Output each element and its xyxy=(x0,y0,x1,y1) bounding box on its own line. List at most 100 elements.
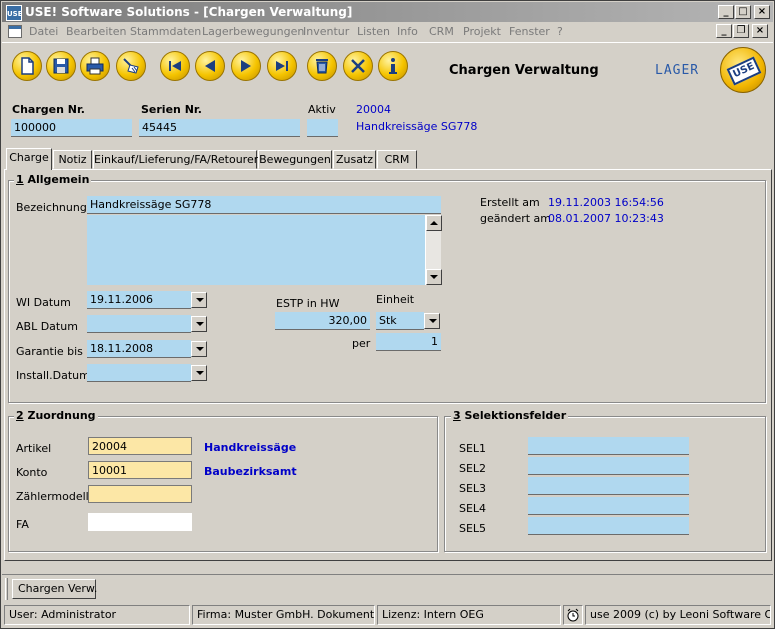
menu-fenster[interactable]: Fenster xyxy=(509,25,550,38)
sel4-label: SEL4 xyxy=(459,502,487,515)
cancel-icon[interactable] xyxy=(343,51,373,81)
maximize-button[interactable]: □ xyxy=(735,5,751,19)
alarm-clock-icon[interactable] xyxy=(563,605,583,625)
abl-datum-field[interactable] xyxy=(87,315,191,333)
zuordnung-group-label: Zuordnung xyxy=(27,409,96,422)
konto-name[interactable]: Baubezirksamt xyxy=(204,465,297,478)
fa-field[interactable] xyxy=(88,513,192,531)
per-label: per xyxy=(352,337,371,350)
garantie-dropdown[interactable] xyxy=(191,341,207,357)
wi-datum-dropdown[interactable] xyxy=(191,292,207,308)
child-minimize-button[interactable]: _ xyxy=(716,24,732,38)
status-lizenz: Lizenz: Intern OEG xyxy=(377,605,561,625)
zuordnung-group-number: 2 xyxy=(16,409,24,422)
tab-einkauf-lieferung[interactable]: Einkauf/Lieferung/FA/Retouren xyxy=(93,150,261,169)
menu-bar: Datei Bearbeiten Stammdaten Lagerbewegun… xyxy=(2,22,773,42)
delete-icon[interactable] xyxy=(307,51,337,81)
toolbar: Chargen Verwaltung LAGER USE xyxy=(2,42,773,94)
tab-crm[interactable]: CRM xyxy=(377,150,417,169)
taskbar-window-button[interactable]: Chargen Verw. xyxy=(12,579,97,599)
geaendert-value: 08.01.2007 10:23:43 xyxy=(548,212,664,225)
sel1-field[interactable] xyxy=(528,437,689,455)
sel2-field[interactable] xyxy=(528,457,689,475)
aktiv-label: Aktiv xyxy=(308,103,336,116)
konto-label: Konto xyxy=(16,466,48,479)
estp-field[interactable]: 320,00 xyxy=(275,312,370,330)
chargen-nr-label: Chargen Nr. xyxy=(12,103,85,116)
per-field[interactable]: 1 xyxy=(376,333,441,351)
header-article-name: Handkreissäge SG778 xyxy=(356,120,478,133)
scroll-up-button[interactable] xyxy=(426,215,442,231)
artikel-field[interactable]: 20004 xyxy=(88,437,192,455)
broom-icon[interactable] xyxy=(116,51,146,81)
new-doc-icon[interactable] xyxy=(12,51,42,81)
previous-record-icon[interactable] xyxy=(195,51,225,81)
beschreibung-scrollbar[interactable] xyxy=(425,215,442,285)
menu-help[interactable]: ? xyxy=(557,25,563,38)
minimize-button[interactable]: _ xyxy=(718,5,734,19)
child-close-button[interactable]: × xyxy=(752,24,768,38)
print-icon[interactable] xyxy=(80,51,110,81)
einheit-dropdown[interactable] xyxy=(424,313,440,329)
install-datum-dropdown[interactable] xyxy=(191,365,207,381)
header-article-number: 20004 xyxy=(356,103,391,116)
menu-listen[interactable]: Listen xyxy=(357,25,390,38)
tab-bewegungen[interactable]: Bewegungen xyxy=(258,150,332,169)
aktiv-field[interactable] xyxy=(307,119,338,137)
install-datum-label: Install.Datum xyxy=(16,369,90,382)
save-icon[interactable] xyxy=(46,51,76,81)
status-user: User: Administrator xyxy=(4,605,190,625)
wi-datum-field[interactable]: 19.11.2006 xyxy=(87,291,191,309)
menu-datei[interactable]: Datei xyxy=(29,25,58,38)
menu-inventur[interactable]: Inventur xyxy=(303,25,349,38)
sel4-field[interactable] xyxy=(528,497,689,515)
erstellt-label: Erstellt am xyxy=(480,196,540,209)
estp-label: ESTP in HW xyxy=(276,297,340,310)
scroll-down-button[interactable] xyxy=(426,269,442,285)
menu-lagerbewegungen[interactable]: Lagerbewegungen xyxy=(202,25,304,38)
tab-zusatz[interactable]: Zusatz xyxy=(333,150,376,169)
chargen-nr-field[interactable]: 100000 xyxy=(11,119,132,137)
menu-bearbeiten[interactable]: Bearbeiten xyxy=(66,25,126,38)
install-datum-field[interactable] xyxy=(87,364,191,382)
einheit-field[interactable]: Stk xyxy=(376,312,424,330)
menu-stammdaten[interactable]: Stammdaten xyxy=(130,25,201,38)
zaehlermodell-field[interactable] xyxy=(88,485,192,503)
beschreibung-textarea[interactable] xyxy=(87,215,425,285)
app-icon[interactable]: USE xyxy=(6,5,23,21)
sel5-label: SEL5 xyxy=(459,522,487,535)
menu-crm[interactable]: CRM xyxy=(429,25,454,38)
document-icon[interactable] xyxy=(8,25,22,38)
serien-nr-field[interactable]: 45445 xyxy=(139,119,300,137)
serien-nr-label: Serien Nr. xyxy=(141,103,202,116)
menu-projekt[interactable]: Projekt xyxy=(463,25,501,38)
fa-label: FA xyxy=(16,518,29,531)
garantie-label: Garantie bis xyxy=(16,345,83,358)
bezeichnung-label: Bezeichnung xyxy=(16,201,87,214)
abl-datum-dropdown[interactable] xyxy=(191,316,207,332)
konto-field[interactable]: 10001 xyxy=(88,461,192,479)
status-firma: Firma: Muster GmbH. Dokumentation xyxy=(192,605,375,625)
menu-info[interactable]: Info xyxy=(397,25,418,38)
artikel-name[interactable]: Handkreissäge xyxy=(204,441,296,454)
close-button[interactable]: × xyxy=(754,5,770,19)
tab-notiz[interactable]: Notiz xyxy=(53,150,92,169)
sel5-field[interactable] xyxy=(528,517,689,535)
zuordnung-group xyxy=(8,416,438,552)
info-icon[interactable] xyxy=(378,51,408,81)
tab-charge[interactable]: Charge xyxy=(6,148,52,170)
child-restore-button[interactable]: ❐ xyxy=(733,24,749,38)
bezeichnung-field[interactable]: Handkreissäge SG778 xyxy=(87,196,441,214)
allgemein-group-title: 1 Allgemein xyxy=(14,173,92,186)
sel3-field[interactable] xyxy=(528,477,689,495)
selektion-group-title: 3 Selektionsfelder xyxy=(451,409,569,422)
last-record-icon[interactable] xyxy=(267,51,297,81)
first-record-icon[interactable] xyxy=(160,51,190,81)
allgemein-group-number: 1 xyxy=(16,173,24,186)
status-copyright: use 2009 (c) by Leoni Software OEG xyxy=(585,605,771,625)
next-record-icon[interactable] xyxy=(231,51,261,81)
allgemein-group-label: Allgemein xyxy=(27,173,90,186)
title-bar[interactable]: USE USE! Software Solutions - [Chargen V… xyxy=(2,2,773,22)
garantie-field[interactable]: 18.11.2008 xyxy=(87,340,191,358)
taskbar-grip xyxy=(5,578,8,600)
